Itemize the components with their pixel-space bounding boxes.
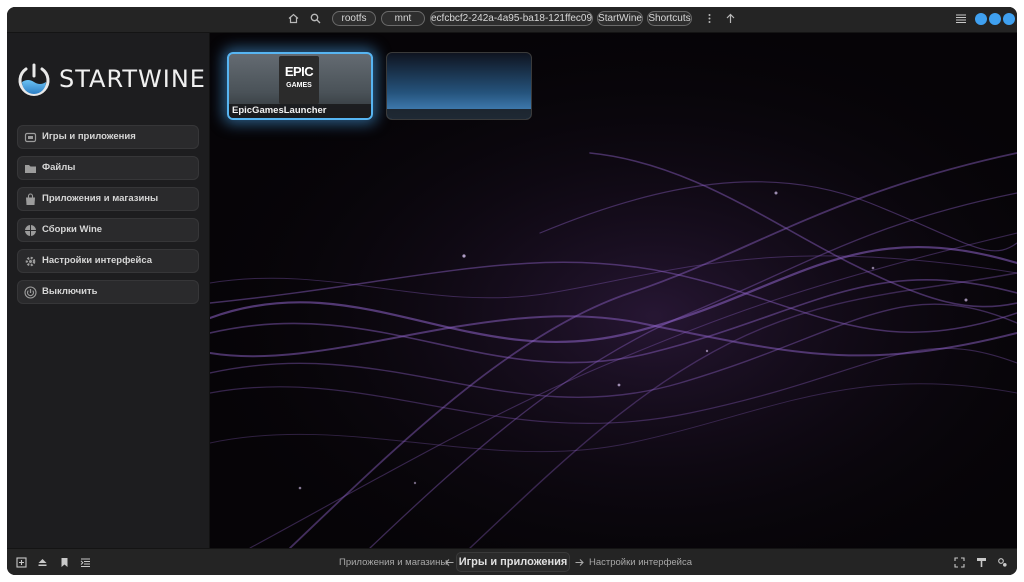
store-bag-icon (26, 193, 35, 205)
logo-line-games: GAMES (286, 82, 312, 89)
list-indent-icon[interactable] (80, 557, 91, 568)
shortcuts-grid: EPIC GAMES EpicGamesLauncher (210, 33, 1017, 548)
sidebar-item-shutdown[interactable]: Выключить (17, 280, 199, 304)
breadcrumb-shortcuts[interactable]: Shortcuts (647, 11, 692, 26)
more-vertical-icon[interactable] (703, 13, 716, 26)
breadcrumb-startwine[interactable]: StartWine (597, 11, 643, 26)
app-logo: STARTWINE (16, 60, 206, 100)
power-icon (24, 286, 37, 299)
header-bar: rootfs mnt ecfcbcf2-242a-4a95-ba18-121ff… (7, 7, 1017, 33)
logo-line-epic: EPIC (284, 64, 314, 79)
home-icon[interactable] (287, 13, 300, 26)
wine-globe-icon (25, 225, 36, 236)
breadcrumb-rootfs[interactable]: rootfs (332, 11, 376, 26)
hamburger-menu-icon[interactable] (954, 13, 967, 26)
sidebar-item-label: Сборки Wine (42, 224, 103, 235)
minimize-button[interactable] (975, 13, 987, 25)
shortcut-card-epicgameslauncher[interactable]: EPIC GAMES EpicGamesLauncher (227, 52, 373, 120)
close-button[interactable] (1003, 13, 1015, 25)
shortcut-card-caption: EpicGamesLauncher (229, 104, 371, 118)
games-icon (24, 132, 37, 143)
sidebar-item-label: Настройки интерфейса (42, 255, 153, 266)
add-tile-icon[interactable] (16, 557, 27, 568)
logo-text: STARTWINE (59, 65, 206, 93)
paint-roller-icon[interactable] (976, 557, 987, 568)
eject-icon[interactable] (37, 557, 48, 568)
sidebar-item-label: Выключить (42, 286, 98, 297)
sidebar-item-wine-builds[interactable]: Сборки Wine (17, 218, 199, 242)
search-icon[interactable] (309, 13, 322, 26)
breadcrumb-mnt[interactable]: mnt (381, 11, 425, 26)
arrow-right-icon (574, 557, 585, 568)
next-page-link[interactable]: Настройки интерфейса (589, 557, 692, 568)
bookmark-icon[interactable] (59, 557, 70, 568)
gear-icon (25, 256, 36, 267)
sidebar-item-files[interactable]: Файлы (17, 156, 199, 180)
fullscreen-icon[interactable] (954, 557, 965, 568)
arrow-left-icon (444, 557, 455, 568)
sidebar: STARTWINE Игры и приложения Файлы Прилож… (7, 33, 210, 548)
breadcrumb-uuid[interactable]: ecfcbcf2-242a-4a95-ba18-121ffec09ccc (430, 11, 593, 26)
current-page-title: Игры и приложения (456, 552, 570, 572)
epic-games-logo-icon: EPIC GAMES (279, 56, 319, 104)
arrow-up-icon[interactable] (724, 13, 737, 26)
shortcut-card-empty[interactable] (386, 52, 532, 120)
sidebar-item-label: Приложения и магазины (42, 193, 159, 204)
app-window: rootfs mnt ecfcbcf2-242a-4a95-ba18-121ff… (7, 7, 1017, 575)
settings-cog-icon[interactable] (997, 557, 1008, 568)
bottom-bar: Приложения и магазины Игры и приложения … (7, 548, 1017, 575)
startwine-logo-icon (18, 63, 50, 96)
prev-page-link[interactable]: Приложения и магазины (339, 557, 447, 568)
sidebar-item-label: Файлы (42, 162, 76, 173)
sidebar-item-label: Игры и приложения (42, 131, 136, 142)
sidebar-item-games[interactable]: Игры и приложения (17, 125, 199, 149)
sidebar-item-stores[interactable]: Приложения и магазины (17, 187, 199, 211)
sidebar-item-interface-settings[interactable]: Настройки интерфейса (17, 249, 199, 273)
shortcut-card-caption (387, 109, 531, 119)
maximize-button[interactable] (989, 13, 1001, 25)
folder-icon (25, 165, 36, 173)
